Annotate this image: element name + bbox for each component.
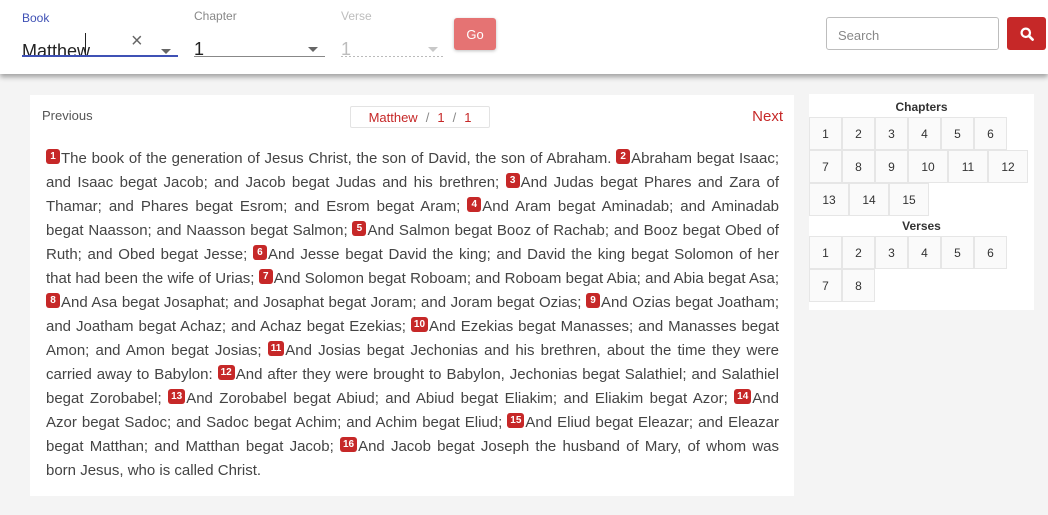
previous-link[interactable]: Previous <box>42 108 93 123</box>
verse-button[interactable]: 6 <box>974 236 1007 269</box>
search-input[interactable]: Search <box>826 17 999 50</box>
verse-number-badge[interactable]: 4 <box>467 197 482 212</box>
chevron-down-icon[interactable] <box>161 49 171 54</box>
verse-number-badge[interactable]: 11 <box>267 341 285 356</box>
chevron-down-icon[interactable] <box>308 47 318 52</box>
sidebar: Chapters 1 2 3 4 5 6 7 8 9 10 11 12 13 14 15 Verses 12… <box>809 94 1034 310</box>
breadcrumb-verse[interactable]: 1 <box>464 110 471 125</box>
verse-select[interactable]: Verse 1 <box>341 9 443 59</box>
passage-panel: Previous Matthew / 1 / 1 Next 1 The book … <box>30 95 794 496</box>
chapter-label: Chapter <box>194 9 237 23</box>
verse-number-badge[interactable]: 14 <box>734 389 752 404</box>
verse-number-badge[interactable]: 3 <box>505 173 520 188</box>
chapter-button[interactable]: 1 <box>809 117 842 150</box>
verse-button[interactable]: 8 <box>842 269 875 302</box>
chapter-button[interactable]: 6 <box>974 117 1007 150</box>
verse-number-badge[interactable]: 5 <box>352 221 367 236</box>
book-label: Book <box>22 11 50 25</box>
verse-button[interactable]: 4 <box>908 236 941 269</box>
verse-number-badge[interactable]: 16 <box>339 437 358 452</box>
verse-item: 7 And Solomon begat Roboam; and Roboam be… <box>258 269 780 287</box>
breadcrumb-book[interactable]: Matthew <box>369 110 418 125</box>
chapter-button[interactable]: 2 <box>842 117 875 150</box>
chevron-down-icon[interactable] <box>428 47 438 52</box>
verse-text: And Zorobabel begat Abiud; and Abiud beg… <box>186 390 728 407</box>
verse-button[interactable]: 1 <box>809 236 842 269</box>
passage-text: 1 The book of the generation of Jesus Chr… <box>46 147 779 483</box>
verse-button[interactable]: 3 <box>875 236 908 269</box>
chapter-button[interactable]: 14 <box>849 183 889 216</box>
search-button[interactable] <box>1007 17 1046 50</box>
verse-number-badge[interactable]: 9 <box>586 293 601 308</box>
verse-item: 13 And Zorobabel begat Abiud; and Abiud b… <box>168 389 728 407</box>
verse-grid: 123456 78 <box>809 236 1034 302</box>
chapter-button[interactable]: 3 <box>875 117 908 150</box>
breadcrumb-separator: / <box>452 109 457 125</box>
verse-button[interactable]: 2 <box>842 236 875 269</box>
verse-number-badge[interactable]: 15 <box>507 413 525 428</box>
chapter-underline <box>194 56 325 57</box>
verse-button[interactable]: 7 <box>809 269 842 302</box>
verse-number-badge[interactable]: 10 <box>410 317 429 332</box>
verse-label: Verse <box>341 9 372 23</box>
chapter-button[interactable]: 8 <box>842 150 875 183</box>
book-underline <box>22 55 178 57</box>
book-select[interactable]: Book Matthew × <box>22 11 178 61</box>
verse-text: And Asa begat Josaphat; and Josaphat beg… <box>61 294 582 311</box>
chapter-select[interactable]: Chapter 1 <box>194 9 325 59</box>
breadcrumb: Matthew / 1 / 1 <box>350 106 490 128</box>
verse-item: 1 The book of the generation of Jesus Chr… <box>46 149 612 167</box>
chapter-grid: 1 2 3 4 5 6 7 8 9 10 11 12 13 14 15 <box>809 117 1034 216</box>
chapter-button[interactable]: 4 <box>908 117 941 150</box>
next-link[interactable]: Next <box>752 108 783 125</box>
chapter-button[interactable]: 9 <box>875 150 908 183</box>
verse-number-badge[interactable]: 7 <box>258 269 273 284</box>
top-toolbar: Book Matthew × Chapter 1 Verse 1 Go Sear… <box>0 0 1048 74</box>
chapter-button[interactable]: 7 <box>809 150 842 183</box>
book-input[interactable]: Matthew <box>22 41 90 62</box>
go-button[interactable]: Go <box>454 18 496 50</box>
breadcrumb-separator: / <box>425 109 430 125</box>
text-cursor <box>85 33 86 54</box>
chapter-button[interactable]: 11 <box>948 150 988 183</box>
verse-number-badge[interactable]: 2 <box>616 149 631 164</box>
verse-number-badge[interactable]: 8 <box>46 293 60 308</box>
chapters-heading: Chapters <box>895 100 948 114</box>
chapter-button[interactable]: 12 <box>988 150 1028 183</box>
chapter-button[interactable]: 10 <box>908 150 948 183</box>
verse-number-badge[interactable]: 13 <box>168 389 186 404</box>
verse-button[interactable]: 5 <box>941 236 974 269</box>
breadcrumb-chapter[interactable]: 1 <box>437 110 444 125</box>
verse-text: The book of the generation of Jesus Chri… <box>61 150 612 167</box>
verse-number-badge[interactable]: 12 <box>217 365 235 380</box>
chapter-button[interactable]: 5 <box>941 117 974 150</box>
verse-text: And Solomon begat Roboam; and Roboam beg… <box>273 270 780 287</box>
close-icon[interactable]: × <box>131 31 143 51</box>
chapter-button[interactable]: 15 <box>889 183 929 216</box>
chapter-button[interactable]: 13 <box>809 183 849 216</box>
search-icon <box>1020 27 1034 41</box>
verses-heading: Verses <box>902 219 941 233</box>
verse-number-badge[interactable]: 1 <box>46 149 60 164</box>
verse-underline <box>341 56 443 57</box>
verse-item: 8 And Asa begat Josaphat; and Josaphat be… <box>46 293 582 311</box>
verse-number-badge[interactable]: 6 <box>252 245 267 260</box>
